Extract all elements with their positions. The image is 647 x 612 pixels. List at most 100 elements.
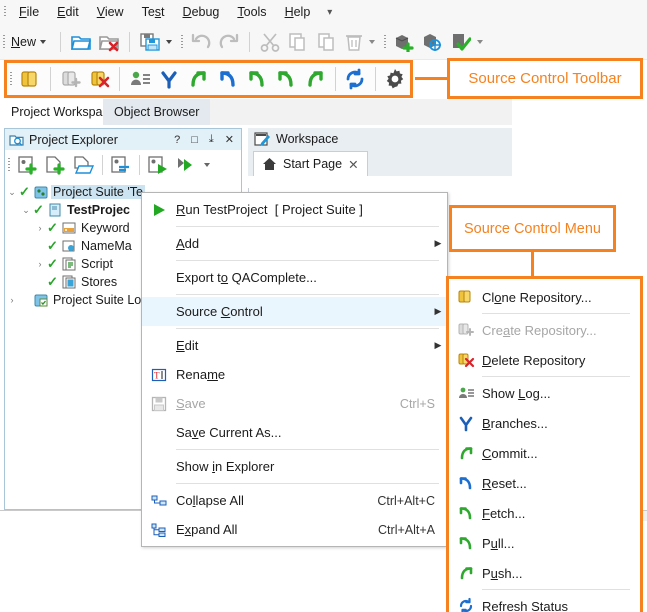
save-all-icon[interactable] (136, 28, 164, 56)
home-icon (262, 157, 277, 171)
menu-help[interactable]: Help (276, 2, 320, 22)
refresh-status-button[interactable] (341, 65, 370, 93)
submenu-item-branches[interactable]: Branches... (449, 408, 640, 438)
submenu-item-reset[interactable]: Reset... (449, 468, 640, 498)
menu-item-show-in-explorer-label: Show in Explorer (176, 459, 275, 474)
submenu-item-commit[interactable]: Commit... (449, 438, 640, 468)
new-project-icon[interactable] (42, 151, 70, 179)
chevron-down-icon[interactable] (166, 39, 173, 44)
close-icon[interactable]: ✕ (348, 157, 358, 172)
submenu-item-delete-repository[interactable]: Delete Repository (449, 345, 640, 375)
paste-icon (312, 28, 340, 56)
menu-test-label: t (161, 5, 165, 19)
run-selected-icon[interactable] (172, 151, 200, 179)
submenu-item-push[interactable]: Push... (449, 558, 640, 588)
checkmark-icon[interactable]: ✓ (19, 184, 34, 200)
chevron-down-icon[interactable] (477, 39, 484, 44)
checkmark-icon[interactable]: ✓ (47, 274, 62, 290)
chevron-down-icon[interactable] (40, 39, 47, 44)
chevron-right-icon[interactable]: › (33, 223, 47, 233)
clone-repository-button[interactable] (16, 65, 45, 93)
menu-debug[interactable]: Debug (174, 2, 229, 22)
menu-separator (176, 260, 439, 261)
submenu-item-pull[interactable]: Pull... (449, 528, 640, 558)
menu-test[interactable]: Test (133, 2, 174, 22)
submenu-item-refresh-status[interactable]: Refresh Status (449, 591, 640, 612)
reset-button[interactable] (213, 65, 242, 93)
checkmark-icon[interactable]: ✓ (47, 256, 62, 272)
menu-view[interactable]: View (88, 2, 133, 22)
menu-file[interactable]: File (10, 2, 48, 22)
commit-button[interactable] (184, 65, 213, 93)
chevron-down-icon[interactable]: ⌄ (19, 205, 33, 216)
menu-item-edit[interactable]: Edit ▶ (142, 331, 447, 360)
menu-item-run-test-project[interactable]: Run TestProject [ Project Suite ] (142, 195, 447, 224)
pin-icon[interactable]: ⤓ (206, 133, 217, 146)
chevron-down-icon[interactable] (369, 39, 376, 44)
chevron-right-icon[interactable]: › (33, 259, 47, 269)
menu-tools[interactable]: Tools (228, 2, 275, 22)
pull-button[interactable] (271, 65, 300, 93)
menu-bar: File Edit View Test Debug Tools Help ▾ (0, 0, 647, 24)
source-control-toolbar-grip[interactable] (7, 68, 16, 90)
menu-item-rename[interactable]: T Rename (142, 360, 447, 389)
checkmark-icon[interactable]: ✓ (47, 238, 62, 254)
object-spy-icon[interactable] (418, 28, 446, 56)
tab-start-page-label: Start Page (283, 157, 343, 171)
chevron-down-icon[interactable] (204, 163, 210, 167)
menu-item-save-current-as[interactable]: Save Current As... (142, 418, 447, 447)
delete-repository-button[interactable] (85, 65, 114, 93)
cut-icon (256, 28, 284, 56)
menu-separator (482, 589, 630, 590)
close-icon[interactable]: ✕ (222, 133, 237, 146)
new-project-suite-icon[interactable] (14, 151, 42, 179)
submenu-item-show-log[interactable]: Show Log... (449, 378, 640, 408)
toolbar-grip[interactable] (381, 31, 390, 53)
chevron-down-icon[interactable]: ⌄ (5, 187, 19, 198)
tab-object-browser[interactable]: Object Browser (103, 99, 211, 125)
menu-bar-grip[interactable] (0, 0, 10, 24)
chevron-right-icon[interactable]: › (5, 295, 19, 305)
submenu-item-clone-repository[interactable]: Clone Repository... (449, 282, 640, 312)
submenu-item-fetch-label: Fetch... (482, 505, 526, 521)
add-test-item-icon[interactable] (390, 28, 418, 56)
maximize-button[interactable]: □ (188, 134, 201, 146)
submenu-item-fetch[interactable]: Fetch... (449, 498, 640, 528)
toolbar-separator (49, 67, 51, 91)
push-button[interactable] (301, 65, 330, 93)
menu-item-collapse-all[interactable]: Collapse All Ctrl+Alt+C (142, 486, 447, 515)
logs-icon (34, 293, 48, 307)
open-project-icon[interactable] (70, 151, 98, 179)
menu-item-save: Save Ctrl+S (142, 389, 447, 418)
project-explorer-toolbar-grip[interactable] (5, 154, 14, 176)
delete-icon (340, 28, 368, 56)
menu-edit[interactable]: Edit (48, 2, 88, 22)
project-properties-icon[interactable] (107, 151, 135, 179)
toolbar-grip[interactable] (178, 31, 187, 53)
menu-item-show-in-explorer[interactable]: Show in Explorer (142, 452, 447, 481)
submenu-item-pull-label: Pull... (482, 535, 515, 551)
main-toolbar-grip[interactable] (0, 31, 9, 53)
settings-button[interactable] (381, 65, 410, 93)
new-button[interactable]: New (9, 33, 54, 51)
checkmark-icon[interactable]: ✓ (33, 202, 48, 218)
tree-item-script-label: Script (81, 257, 113, 271)
menu-item-expand-all[interactable]: Expand All Ctrl+Alt+A (142, 515, 447, 544)
fetch-button[interactable] (242, 65, 271, 93)
menu-item-add[interactable]: Add ▶ (142, 229, 447, 258)
menu-item-export-to-qacomplete[interactable]: Export to QAComplete... (142, 263, 447, 292)
submenu-item-branches-label: Branches... (482, 415, 548, 431)
close-project-icon[interactable] (95, 28, 123, 56)
workspace-tab-bar: Project Workspace Object Browser (0, 99, 512, 125)
menu-overflow-chevron-icon[interactable]: ▾ (319, 7, 340, 18)
menu-item-source-control[interactable]: Source Control ▶ (142, 297, 447, 326)
open-project-icon[interactable] (67, 28, 95, 56)
checkmark-icon[interactable]: ✓ (47, 220, 62, 236)
help-button[interactable]: ? (171, 134, 183, 146)
tab-start-page[interactable]: Start Page ✕ (253, 151, 368, 176)
callout-connector-menu (531, 252, 534, 277)
run-project-icon[interactable] (144, 151, 172, 179)
test-checkpoint-icon[interactable] (446, 28, 474, 56)
show-log-button[interactable] (125, 65, 154, 93)
branches-button[interactable] (155, 65, 184, 93)
